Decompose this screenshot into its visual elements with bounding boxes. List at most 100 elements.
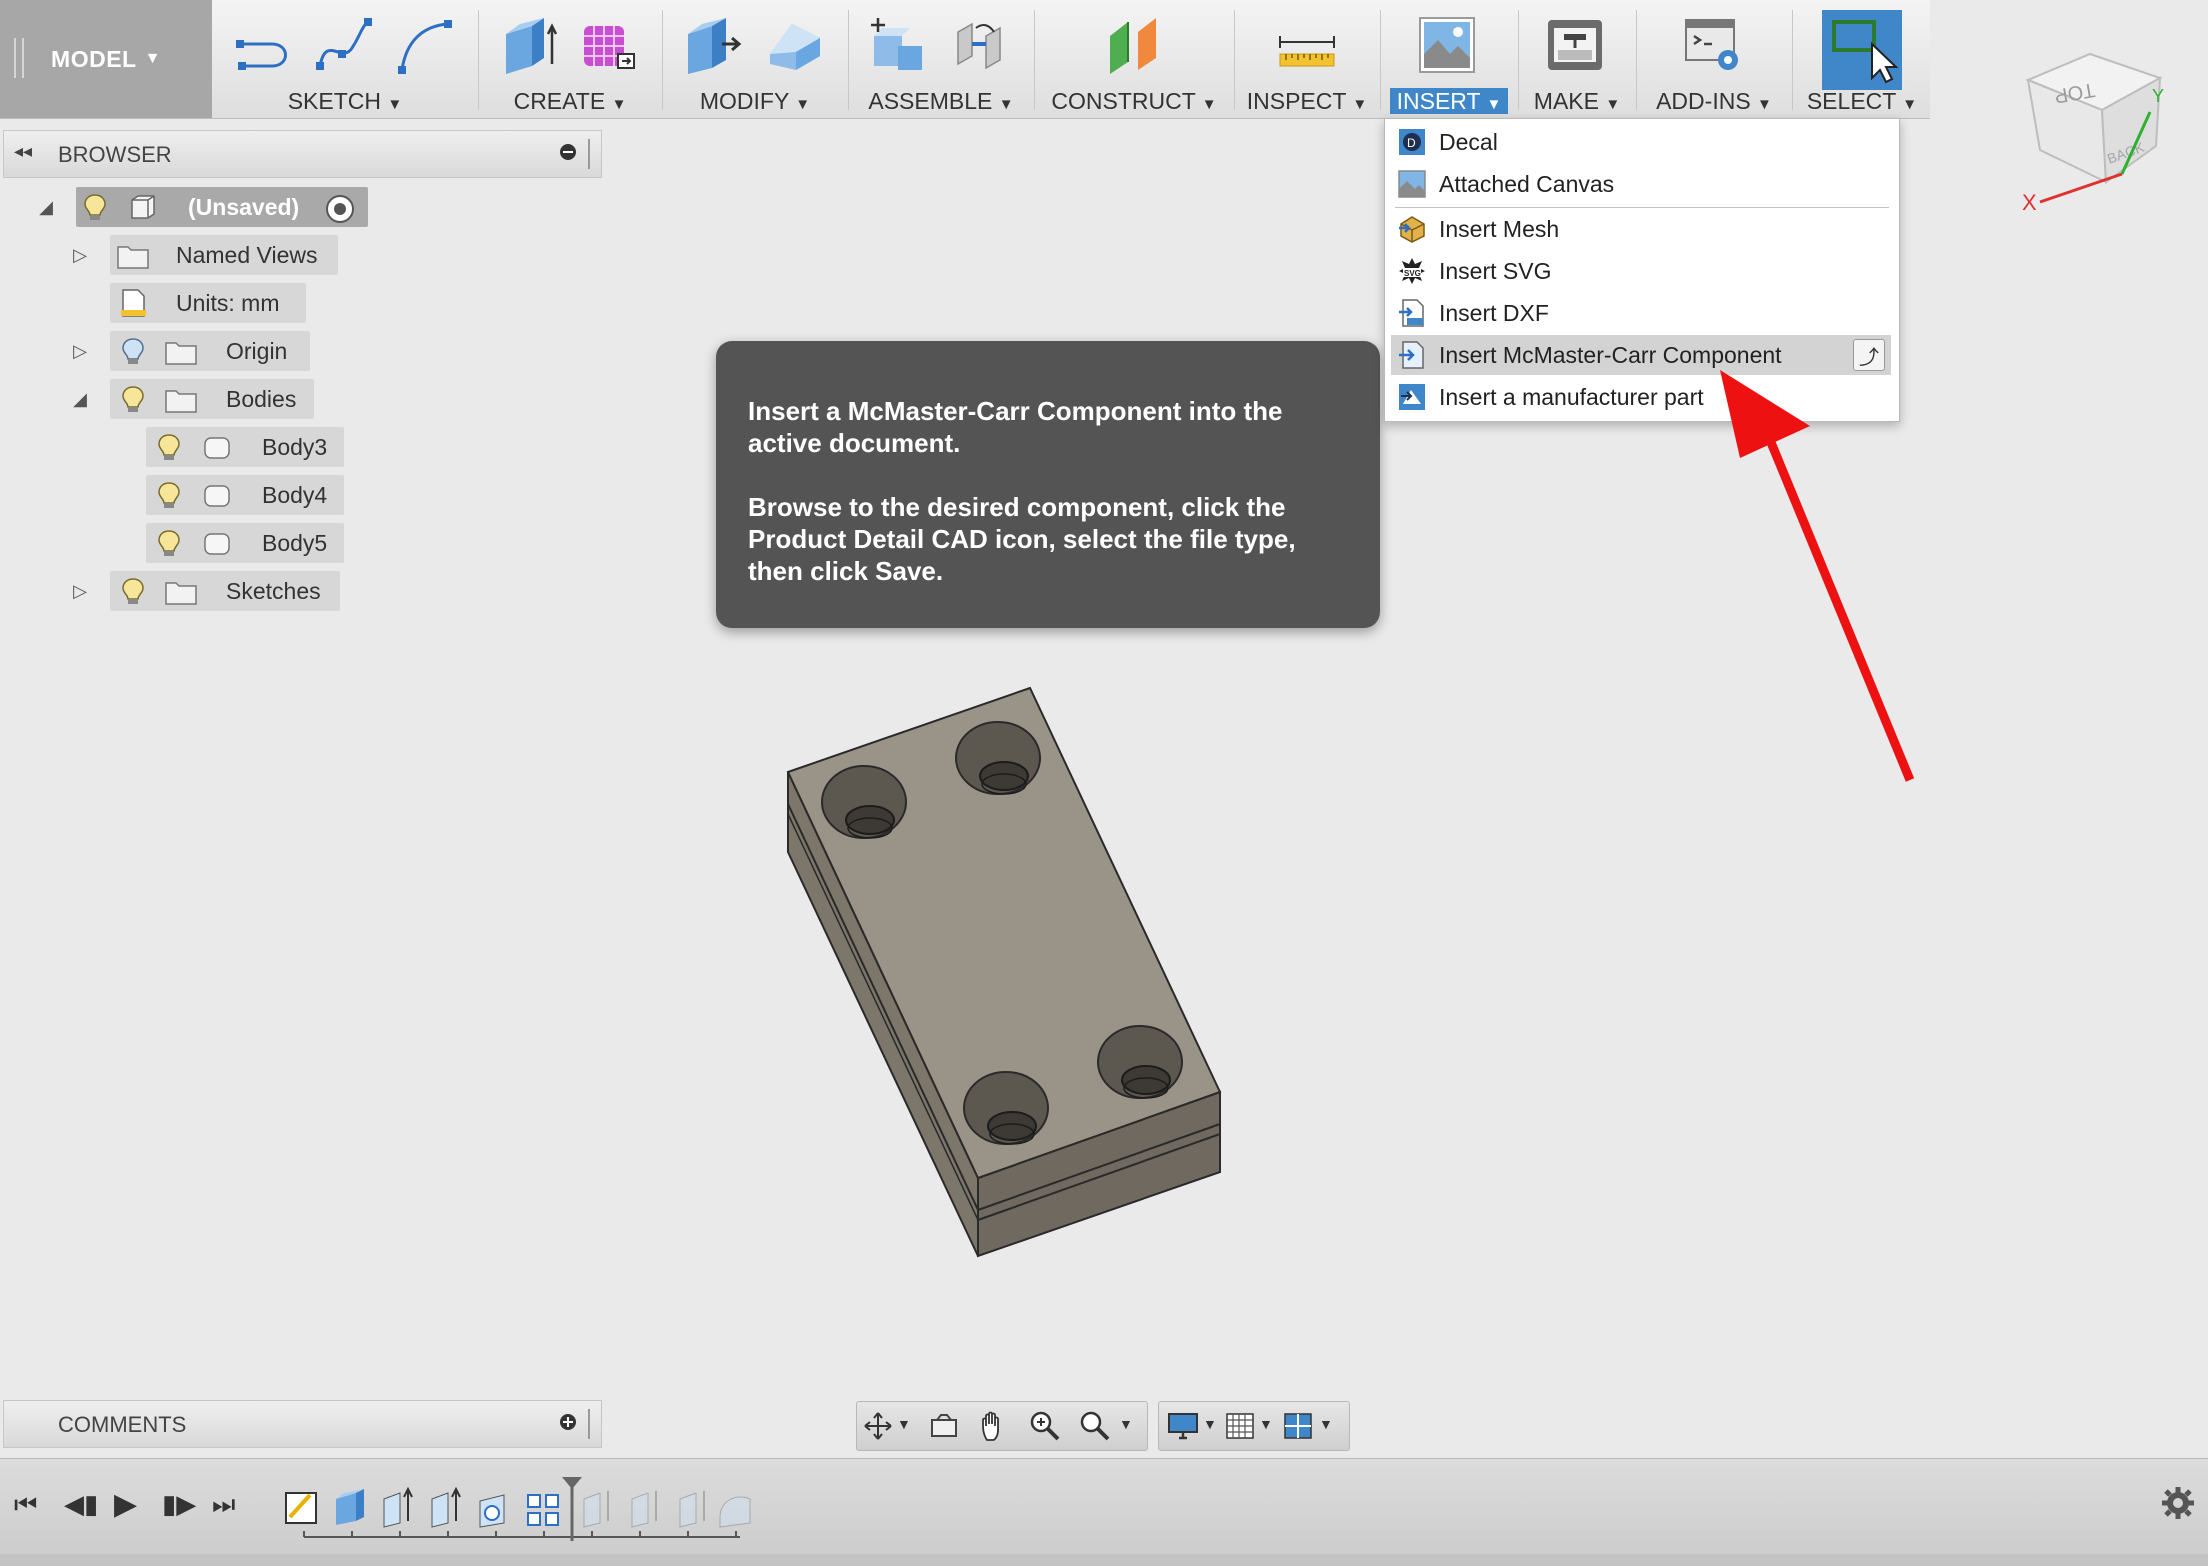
root-component-label: (Unsaved) <box>188 194 300 220</box>
collapsed-triangle-icon[interactable]: ▷ <box>70 245 90 266</box>
toolbar-group-select[interactable]: SELECT ▼ <box>1794 0 1930 118</box>
browser-item-label: Origin <box>226 338 288 364</box>
timeline-features[interactable] <box>280 1477 760 1549</box>
browser-root-node[interactable]: ◢ (Unsaved) <box>0 187 600 227</box>
expanded-triangle-icon[interactable]: ◢ <box>70 389 90 410</box>
mcmaster-carr-icon <box>1399 341 1424 369</box>
visibility-lightbulb-off-icon[interactable] <box>118 336 148 366</box>
new-component-icon[interactable] <box>864 14 926 76</box>
comments-panel-header[interactable]: COMMENTS <box>3 1400 602 1448</box>
collapsed-triangle-icon[interactable]: ▷ <box>70 341 90 362</box>
scripts-addins-icon[interactable] <box>1682 14 1744 76</box>
toolbar-group-construct[interactable]: CONSTRUCT ▼ <box>1036 0 1232 118</box>
timeline-hole-icon <box>479 1494 505 1528</box>
measure-icon[interactable] <box>1276 14 1338 76</box>
chevron-down-icon[interactable]: ▼ <box>897 1416 911 1432</box>
chevron-down-icon[interactable]: ▼ <box>1119 1416 1133 1432</box>
viewports-icon[interactable] <box>1283 1412 1313 1440</box>
workspace-switcher-button[interactable]: MODEL ▼ <box>0 0 212 118</box>
chevron-down-icon[interactable]: ▼ <box>1259 1416 1273 1432</box>
display-settings-icon[interactable] <box>1167 1412 1199 1440</box>
dxf-file-icon <box>1399 299 1424 327</box>
press-pull-icon[interactable] <box>682 14 744 76</box>
menu-item-insert-dxf[interactable]: Insert DXF <box>1391 293 1891 333</box>
toolbar-grip-icon[interactable] <box>14 38 24 78</box>
collapse-panel-icon[interactable]: ◂◂ <box>14 141 32 162</box>
folder-icon <box>165 582 197 605</box>
menu-item-insert-mesh[interactable]: Insert Mesh <box>1391 209 1891 249</box>
extrude-icon[interactable] <box>498 14 560 76</box>
go-to-end-icon[interactable]: ⏭ <box>212 1489 235 1521</box>
arc-sketch-icon[interactable] <box>392 14 454 76</box>
menu-item-attached-canvas[interactable]: Attached Canvas <box>1391 164 1891 204</box>
comments-title: COMMENTS <box>58 1412 187 1437</box>
model-viewport-part[interactable] <box>770 680 1230 1260</box>
toolbar-group-assemble[interactable]: ASSEMBLE ▼ <box>850 0 1032 118</box>
toolbar-group-modify[interactable]: MODIFY ▼ <box>664 0 846 118</box>
browser-item-bodies[interactable]: ◢ Bodies <box>0 379 600 419</box>
browser-item-body5[interactable]: Body5 <box>0 523 600 563</box>
browser-item-body4[interactable]: Body4 <box>0 475 600 515</box>
menu-item-insert-svg[interactable]: SVG Insert SVG <box>1391 251 1891 291</box>
joint-icon[interactable] <box>950 14 1012 76</box>
visibility-lightbulb-icon[interactable] <box>118 384 148 414</box>
collapsed-triangle-icon[interactable]: ▷ <box>70 581 90 602</box>
pan-hand-icon[interactable] <box>979 1410 1009 1442</box>
browser-item-units[interactable]: Units: mm <box>0 283 600 323</box>
step-back-icon[interactable]: ◀▮ <box>64 1489 98 1520</box>
timeline-extrude-icon <box>336 1489 364 1525</box>
select-icon[interactable] <box>1822 10 1902 90</box>
timeline-bar: ⏮ ◀▮ ▶ ▮▶ ⏭ <box>0 1458 2208 1555</box>
chevron-down-icon: ▼ <box>998 96 1014 113</box>
visibility-lightbulb-icon[interactable] <box>80 192 110 222</box>
form-icon[interactable] <box>576 14 638 76</box>
menu-item-decal[interactable]: D Decal <box>1391 122 1891 162</box>
browser-item-named-views[interactable]: ▷ Named Views <box>0 235 600 275</box>
toolbar-group-sketch[interactable]: SKETCH ▼ <box>212 0 478 118</box>
panel-resize-handle[interactable] <box>588 139 590 169</box>
browser-item-body3[interactable]: Body3 <box>0 427 600 467</box>
chevron-down-icon[interactable]: ▼ <box>1203 1416 1217 1432</box>
toolbar-group-add-ins[interactable]: ADD-INS ▼ <box>1638 0 1790 118</box>
look-at-icon[interactable] <box>929 1412 959 1440</box>
toolbar-group-label: MODIFY <box>699 88 789 114</box>
toolbar-group-insert[interactable]: INSERT ▼ <box>1382 0 1516 118</box>
toolbar-group-make[interactable]: MAKE ▼ <box>1520 0 1634 118</box>
expand-panel-icon[interactable] <box>560 1414 576 1430</box>
chevron-down-icon: ▼ <box>795 96 811 113</box>
chevron-down-icon: ▼ <box>144 50 161 67</box>
grid-settings-icon[interactable] <box>1225 1412 1255 1440</box>
minimize-panel-icon[interactable] <box>560 144 576 160</box>
visibility-lightbulb-icon[interactable] <box>154 528 184 558</box>
go-to-start-icon[interactable]: ⏮ <box>14 1489 37 1521</box>
visibility-lightbulb-icon[interactable] <box>118 576 148 606</box>
toolbar-group-label: MAKE <box>1533 88 1599 114</box>
toolbar-group-create[interactable]: CREATE ▼ <box>480 0 660 118</box>
visibility-lightbulb-icon[interactable] <box>154 432 184 462</box>
step-forward-icon[interactable]: ▮▶ <box>162 1489 196 1520</box>
chevron-down-icon[interactable]: ▼ <box>1319 1416 1333 1432</box>
insert-image-icon[interactable] <box>1416 14 1478 76</box>
offset-plane-icon[interactable] <box>1102 14 1164 76</box>
line-sketch-icon[interactable] <box>232 14 294 76</box>
toolbar-group-inspect[interactable]: INSPECT ▼ <box>1236 0 1378 118</box>
orbit-icon[interactable] <box>863 1411 893 1441</box>
spline-sketch-icon[interactable] <box>312 14 374 76</box>
browser-panel-header[interactable]: ◂◂ BROWSER <box>3 130 602 178</box>
activate-component-radio-icon[interactable] <box>326 195 354 223</box>
browser-item-sketches[interactable]: ▷ Sketches <box>0 571 600 611</box>
menu-item-label: Insert Mesh <box>1439 215 1560 242</box>
browser-item-origin[interactable]: ▷ Origin <box>0 331 600 371</box>
play-icon[interactable]: ▶ <box>114 1487 137 1522</box>
zoom-icon[interactable] <box>1029 1410 1061 1442</box>
chevron-down-icon: ▼ <box>387 96 403 113</box>
body-icon <box>204 533 230 555</box>
view-cube[interactable]: TOP BACK X Y <box>2010 40 2170 210</box>
visibility-lightbulb-icon[interactable] <box>154 480 184 510</box>
3d-print-icon[interactable] <box>1544 14 1606 76</box>
expanded-triangle-icon[interactable]: ◢ <box>36 197 56 218</box>
panel-resize-handle[interactable] <box>588 1409 590 1439</box>
timeline-settings-gear-icon[interactable] <box>2160 1485 2196 1521</box>
zoom-window-icon[interactable] <box>1079 1410 1111 1442</box>
fillet-icon[interactable] <box>764 14 826 76</box>
